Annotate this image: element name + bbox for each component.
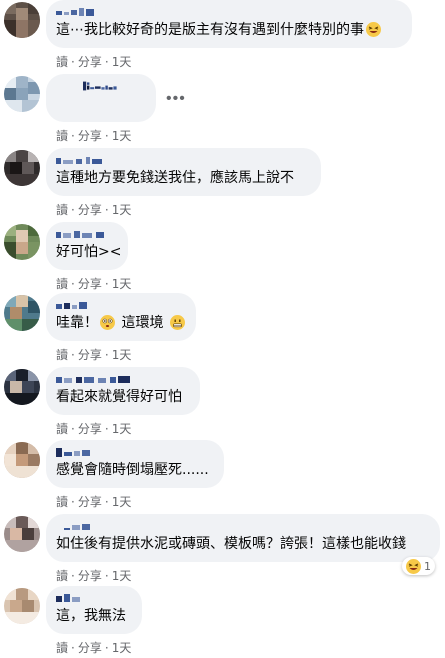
comment-actions: 讀 · 分享 · 1天 xyxy=(56,201,131,218)
reaction-count-value: 1 xyxy=(424,559,431,573)
timestamp[interactable]: 1天 xyxy=(112,422,132,436)
timestamp[interactable]: 1天 xyxy=(112,55,132,69)
commenter-name[interactable] xyxy=(56,520,430,532)
comment-bubble: 如住後有提供水泥或磚頭、模板嗎？誇張！這樣也能收錢 xyxy=(46,514,440,562)
commenter-name[interactable] xyxy=(56,299,186,311)
comment-text: 這⋯我比較好奇的是版主有沒有遇到什麼特別的事 xyxy=(56,21,402,40)
avatar[interactable] xyxy=(4,295,40,331)
comment-bubble xyxy=(46,74,156,122)
timestamp[interactable]: 1天 xyxy=(112,129,132,143)
comment-text-part: 哇靠！ xyxy=(56,315,98,331)
timestamp[interactable]: 1天 xyxy=(112,348,132,362)
share-link[interactable]: 分享 xyxy=(78,129,102,143)
read-link[interactable]: 讀 xyxy=(56,495,68,509)
read-link[interactable]: 讀 xyxy=(56,569,68,583)
separator: · xyxy=(104,55,109,69)
separator: · xyxy=(104,129,109,143)
reaction-count[interactable]: 1 xyxy=(402,557,435,575)
separator: · xyxy=(71,55,75,69)
comment-actions: 讀 · 分享 · 1天 xyxy=(56,346,131,363)
comment-bubble: 哇靠！ 這環境 xyxy=(46,293,196,341)
separator: · xyxy=(71,422,75,436)
comment-actions: 讀 · 分享 · 1天 xyxy=(56,493,131,510)
comment-text: 感覺會隨時倒塌壓死...... xyxy=(56,462,209,478)
avatar[interactable] xyxy=(4,2,40,38)
separator: · xyxy=(71,569,75,583)
commenter-name[interactable] xyxy=(56,80,146,110)
separator: · xyxy=(71,129,75,143)
separator: · xyxy=(104,422,109,436)
avatar[interactable] xyxy=(4,224,40,260)
commenter-name[interactable] xyxy=(56,446,214,458)
read-link[interactable]: 讀 xyxy=(56,203,68,217)
comment-text: 這種地方要免錢送我住，應該馬上說不 xyxy=(56,170,294,186)
commenter-name[interactable] xyxy=(56,228,118,240)
share-link[interactable]: 分享 xyxy=(78,348,102,362)
comment-text: 哇靠！ 這環境 xyxy=(56,314,186,333)
more-options-icon[interactable]: ••• xyxy=(166,90,186,108)
separator: · xyxy=(71,348,75,362)
share-link[interactable]: 分享 xyxy=(78,277,102,291)
timestamp[interactable]: 1天 xyxy=(112,641,132,655)
flushed-emoji-icon xyxy=(100,315,115,330)
read-link[interactable]: 讀 xyxy=(56,422,68,436)
timestamp[interactable]: 1天 xyxy=(112,569,132,583)
separator: · xyxy=(104,348,109,362)
separator: · xyxy=(71,203,75,217)
commenter-name[interactable] xyxy=(56,154,311,166)
read-link[interactable]: 讀 xyxy=(56,348,68,362)
comment-bubble: 這種地方要免錢送我住，應該馬上說不 xyxy=(46,148,321,196)
comment-bubble: 感覺會隨時倒塌壓死...... xyxy=(46,440,224,488)
comment-actions: 讀 · 分享 · 1天 xyxy=(56,53,131,70)
share-link[interactable]: 分享 xyxy=(78,495,102,509)
comment-actions: 讀 · 分享 · 1天 xyxy=(56,567,131,584)
share-link[interactable]: 分享 xyxy=(78,569,102,583)
timestamp[interactable]: 1天 xyxy=(112,277,132,291)
avatar[interactable] xyxy=(4,369,40,405)
comment-text: 好可怕>< xyxy=(56,244,122,260)
grimacing-emoji-icon xyxy=(169,315,185,330)
commenter-name[interactable] xyxy=(56,373,190,385)
read-link[interactable]: 讀 xyxy=(56,641,68,655)
separator: · xyxy=(71,495,75,509)
commenter-name[interactable] xyxy=(56,592,132,604)
separator: · xyxy=(104,641,109,655)
laughing-emoji-icon xyxy=(366,22,381,37)
comment-bubble: 這，我無法 xyxy=(46,586,142,634)
comment-actions: 讀 · 分享 · 1天 xyxy=(56,639,131,656)
avatar[interactable] xyxy=(4,442,40,478)
comment-actions: 讀 · 分享 · 1天 xyxy=(56,127,131,144)
commenter-name[interactable] xyxy=(56,6,402,18)
share-link[interactable]: 分享 xyxy=(78,203,102,217)
comment-text-content: 這⋯我比較好奇的是版主有沒有遇到什麼特別的事 xyxy=(56,22,364,38)
share-link[interactable]: 分享 xyxy=(78,641,102,655)
avatar[interactable] xyxy=(4,150,40,186)
separator: · xyxy=(71,641,75,655)
comment-text: 這，我無法 xyxy=(56,608,126,624)
share-link[interactable]: 分享 xyxy=(78,55,102,69)
comment-bubble: 好可怕>< xyxy=(46,222,128,270)
haha-reaction-icon xyxy=(406,558,421,574)
timestamp[interactable]: 1天 xyxy=(112,203,132,217)
separator: · xyxy=(104,277,109,291)
read-link[interactable]: 讀 xyxy=(56,277,68,291)
avatar[interactable] xyxy=(4,516,40,552)
avatar[interactable] xyxy=(4,76,40,112)
comment-bubble: 這⋯我比較好奇的是版主有沒有遇到什麼特別的事 xyxy=(46,0,412,48)
read-link[interactable]: 讀 xyxy=(56,55,68,69)
comment-actions: 讀 · 分享 · 1天 xyxy=(56,275,131,292)
comment-text: 看起來就覺得好可怕 xyxy=(56,389,182,405)
separator: · xyxy=(104,203,109,217)
separator: · xyxy=(71,277,75,291)
separator: · xyxy=(104,495,109,509)
comment-bubble: 看起來就覺得好可怕 xyxy=(46,367,200,415)
timestamp[interactable]: 1天 xyxy=(112,495,132,509)
comment-actions: 讀 · 分享 · 1天 xyxy=(56,420,131,437)
read-link[interactable]: 讀 xyxy=(56,129,68,143)
comment-text: 如住後有提供水泥或磚頭、模板嗎？誇張！這樣也能收錢 xyxy=(56,536,406,552)
share-link[interactable]: 分享 xyxy=(78,422,102,436)
comment-text-part: 這環境 xyxy=(121,315,164,331)
avatar[interactable] xyxy=(4,588,40,624)
separator: · xyxy=(104,569,109,583)
